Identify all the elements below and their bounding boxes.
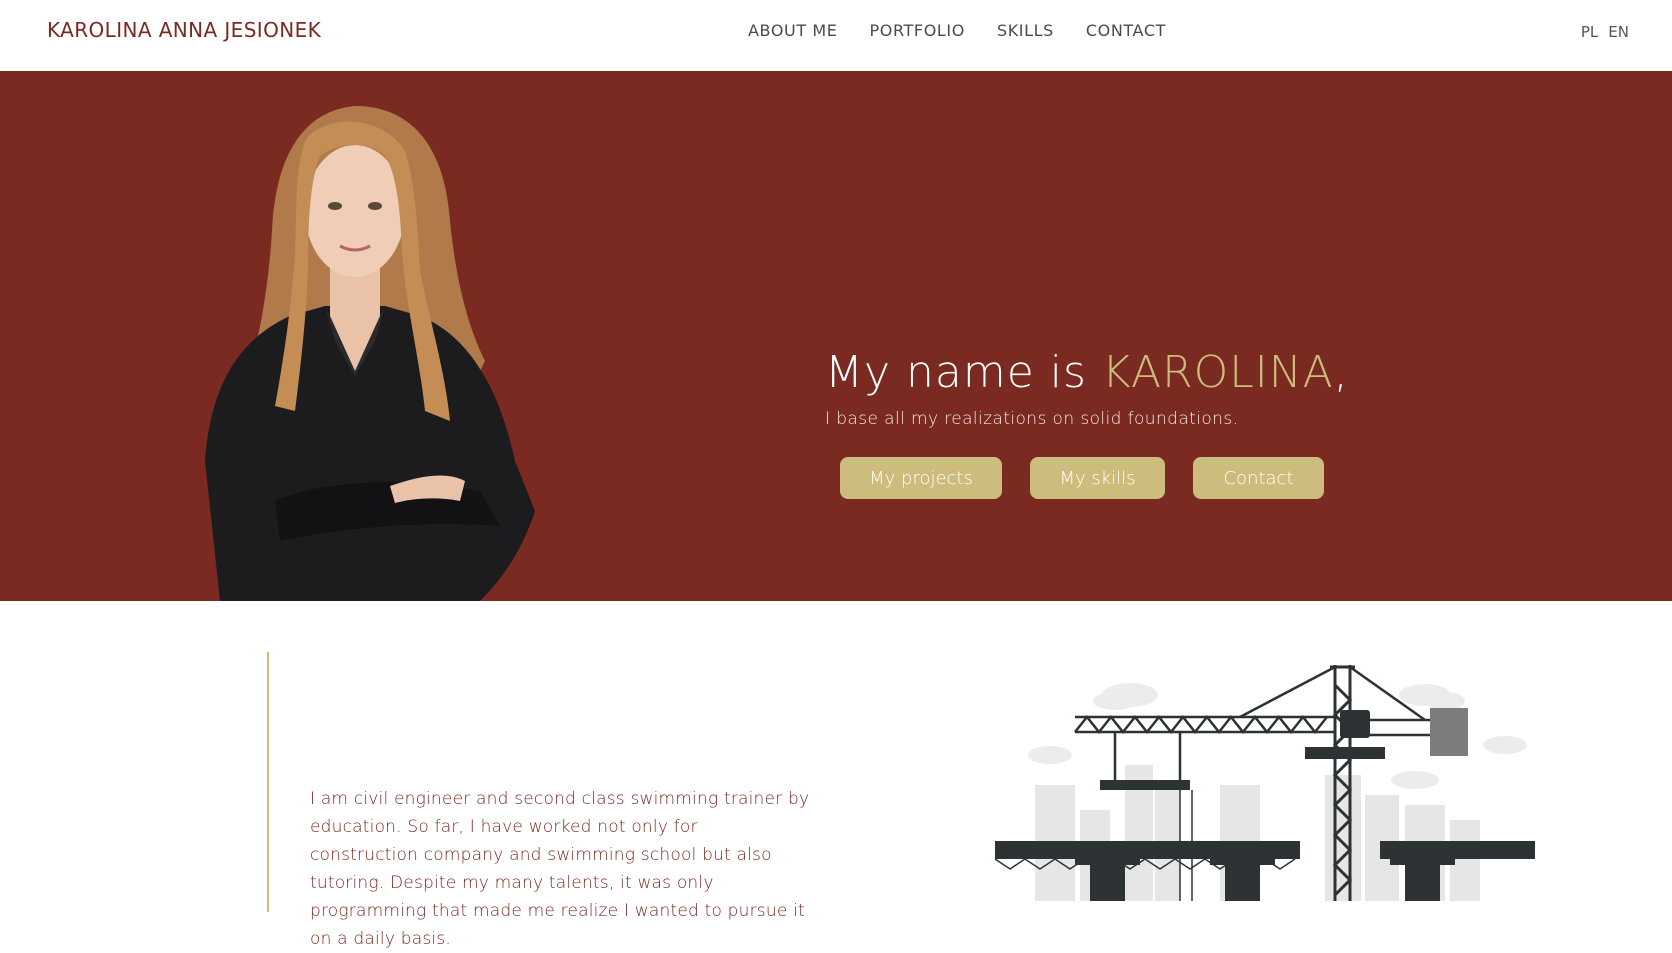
about-divider-line bbox=[267, 652, 269, 912]
nav-portfolio[interactable]: PORTFOLIO bbox=[870, 21, 965, 40]
about-text: I am civil engineer and second class swi… bbox=[310, 789, 810, 949]
contact-button[interactable]: Contact bbox=[1193, 457, 1324, 499]
nav-about-me[interactable]: ABOUT ME bbox=[748, 21, 838, 40]
hero-title: My name is KAROLINA, bbox=[825, 351, 1425, 395]
main-nav: ABOUT ME PORTFOLIO SKILLS CONTACT bbox=[748, 21, 1166, 40]
hero-buttons: My projects My skills Contact bbox=[840, 457, 1324, 499]
hero-heading-block: My name is KAROLINA, I base all my reali… bbox=[825, 351, 1425, 430]
portrait-photo bbox=[205, 106, 535, 601]
hero-subtitle: I base all my realizations on solid foun… bbox=[825, 409, 1239, 429]
my-projects-button[interactable]: My projects bbox=[840, 457, 1002, 499]
hero-title-name: KAROLINA bbox=[1101, 347, 1334, 398]
hero-title-suffix: , bbox=[1333, 347, 1349, 398]
construction-crane-illustration bbox=[995, 665, 1535, 901]
site-header: KAROLINA ANNA JESIONEK ABOUT ME PORTFOLI… bbox=[0, 0, 1672, 71]
nav-contact[interactable]: CONTACT bbox=[1086, 21, 1166, 40]
my-skills-button[interactable]: My skills bbox=[1030, 457, 1165, 499]
hero-title-prefix: My name is bbox=[825, 347, 1102, 398]
nav-skills[interactable]: SKILLS bbox=[997, 21, 1054, 40]
language-switcher: PL EN bbox=[1581, 23, 1629, 41]
hero-section: My name is KAROLINA, I base all my reali… bbox=[0, 71, 1672, 601]
lang-en[interactable]: EN bbox=[1608, 23, 1629, 41]
lang-pl[interactable]: PL bbox=[1581, 23, 1598, 41]
brand-name[interactable]: KAROLINA ANNA JESIONEK bbox=[47, 18, 321, 42]
